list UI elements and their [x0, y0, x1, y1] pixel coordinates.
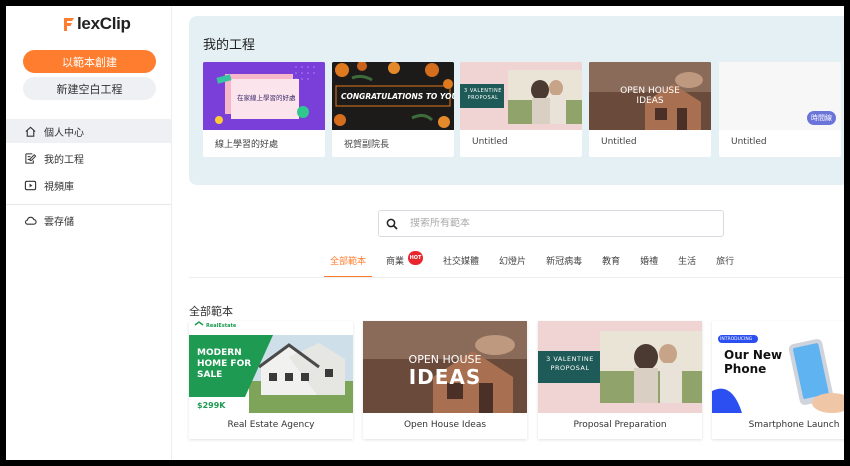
template-search-box[interactable] [378, 210, 724, 237]
sidebar-item-label: 雲存儲 [44, 216, 74, 228]
all-templates-title: 全部範本 [189, 305, 233, 318]
project-card-label: Untitled [601, 137, 637, 147]
project-thumbnail: 3 VALENTINE PROPOSAL [460, 62, 582, 130]
project-card-label: Untitled [731, 137, 767, 147]
sidebar-divider [6, 204, 171, 205]
template-card[interactable]: INTRODUCING Our New Phone Smartphone Lau… [712, 321, 844, 439]
tab-covid[interactable]: 新冠病毒 [546, 254, 582, 278]
template-card[interactable]: 3 VALENTINE PROPOSAL Proposal Preparatio… [538, 321, 702, 439]
project-card[interactable]: 3 VALENTINE PROPOSAL Untitled [460, 62, 582, 157]
tab-label: 商業 [386, 257, 405, 267]
line2-text: IDEAS [408, 365, 482, 389]
sidebar-item-cloud-storage[interactable]: 雲存儲 [6, 208, 171, 232]
project-card-label: 線上學習的好處 [215, 140, 279, 150]
new-blank-project-button[interactable]: 新建空白工程 [23, 77, 156, 100]
headline-text: Our New Phone [724, 348, 783, 376]
project-thumbnail: 在家線上學習的好處 [203, 62, 325, 130]
template-thumbnail: 3 VALENTINE PROPOSAL [538, 321, 702, 413]
project-card[interactable]: CONGRATULATIONS TO YOU! 祝賀副院長 [332, 62, 454, 157]
project-card-label: Untitled [472, 137, 508, 147]
sidebar-item-video-library[interactable]: 視頻庫 [6, 173, 171, 197]
create-from-template-button[interactable]: 以範本創建 [23, 50, 156, 73]
template-card-label: Smartphone Launch [748, 420, 840, 430]
flexclip-logo[interactable]: lexClip [62, 14, 131, 34]
template-card-label: Real Estate Agency [227, 420, 315, 430]
thumbnail-text: 3 VALENTINE PROPOSAL [464, 88, 502, 101]
tab-travel[interactable]: 旅行 [716, 254, 734, 278]
tab-label: 全部範本 [330, 257, 367, 267]
tab-label: 教育 [602, 257, 621, 267]
my-projects-panel: 我的工程 在家線上學習的好處 線上學習的好處 CONGRATULATIONS T… [189, 16, 844, 185]
template-thumbnail: RealEstate MODERN HOME FOR SALE $299K [189, 321, 353, 413]
project-thumbnail: CONGRATULATIONS TO YOU! [332, 62, 454, 130]
tab-label: 新冠病毒 [546, 257, 583, 267]
headline-text: 3 VALENTINE PROPOSAL [546, 355, 594, 372]
thumbnail-text: OPEN HOUSE IDEAS [620, 86, 680, 106]
search-input[interactable] [410, 218, 690, 229]
video-icon [24, 180, 37, 190]
edit-icon [25, 152, 37, 164]
tab-life[interactable]: 生活 [678, 254, 696, 278]
template-card-label: Open House Ideas [403, 420, 487, 430]
tab-label: 幻燈片 [499, 257, 527, 267]
tab-education[interactable]: 教育 [602, 254, 620, 278]
search-icon [386, 218, 398, 230]
tab-slideshow[interactable]: 幻燈片 [499, 254, 526, 278]
tab-label: 生活 [678, 257, 697, 267]
price-text: $299K [197, 401, 226, 410]
logo-text: lexClip [77, 14, 131, 33]
sidebar-item-my-projects[interactable]: 我的工程 [6, 146, 171, 170]
tabs-divider [189, 277, 844, 278]
sidebar-item-label: 個人中心 [44, 127, 84, 139]
thumbnail-text: CONGRATULATIONS TO YOU! [341, 92, 454, 101]
main-content: 我的工程 在家線上學習的好處 線上學習的好處 CONGRATULATIONS T… [172, 6, 844, 460]
timeline-badge: 時間線 [807, 111, 836, 125]
template-thumbnail: OPEN HOUSE IDEAS [363, 321, 527, 413]
project-card-label: 祝賀副院長 [344, 140, 390, 150]
sidebar-item-label: 我的工程 [44, 154, 84, 166]
tab-social-media[interactable]: 社交媒體 [443, 254, 479, 278]
project-thumbnail: OPEN HOUSE IDEAS [589, 62, 711, 130]
my-projects-title: 我的工程 [203, 38, 256, 53]
tab-label: 旅行 [716, 257, 735, 267]
tab-label: 婚禮 [640, 257, 659, 267]
template-card[interactable]: OPEN HOUSE IDEAS Open House Ideas [363, 321, 527, 439]
template-card[interactable]: RealEstate MODERN HOME FOR SALE $299K Re… [189, 321, 353, 439]
project-thumbnail: 時間線 [719, 62, 841, 130]
sidebar-item-personal-center[interactable]: 個人中心 [6, 119, 171, 143]
sidebar-item-label: 視頻庫 [44, 181, 74, 193]
project-card[interactable]: OPEN HOUSE IDEAS Untitled [589, 62, 711, 157]
cloud-icon [24, 216, 37, 225]
app-window: lexClip 以範本創建 新建空白工程 個人中心 我的工程 視頻庫 雲存儲 我… [6, 6, 844, 460]
project-card[interactable]: 時間線 Untitled [719, 62, 841, 157]
headline-text: MODERN HOME FOR SALE [197, 348, 252, 380]
tab-business[interactable]: 商業 HOT [386, 251, 424, 278]
tag-text: INTRODUCING [720, 337, 753, 342]
template-card-label: Proposal Preparation [573, 420, 667, 430]
category-tabs: 全部範本 商業 HOT 社交媒體 幻燈片 新冠病毒 教育 婚禮 生活 旅行 [323, 251, 754, 278]
hot-badge: HOT [408, 251, 424, 265]
tab-all-templates[interactable]: 全部範本 [323, 254, 373, 278]
project-card[interactable]: 在家線上學習的好處 線上學習的好處 [203, 62, 325, 157]
template-thumbnail: INTRODUCING Our New Phone [712, 321, 844, 413]
tab-wedding[interactable]: 婚禮 [640, 254, 658, 278]
tab-label: 社交媒體 [443, 257, 480, 267]
flexclip-logo-icon [62, 15, 76, 33]
home-icon [25, 126, 36, 137]
brand-text: RealEstate [206, 323, 237, 329]
sidebar: lexClip 以範本創建 新建空白工程 個人中心 我的工程 視頻庫 雲存儲 [6, 6, 172, 460]
thumbnail-text: 在家線上學習的好處 [237, 94, 296, 102]
